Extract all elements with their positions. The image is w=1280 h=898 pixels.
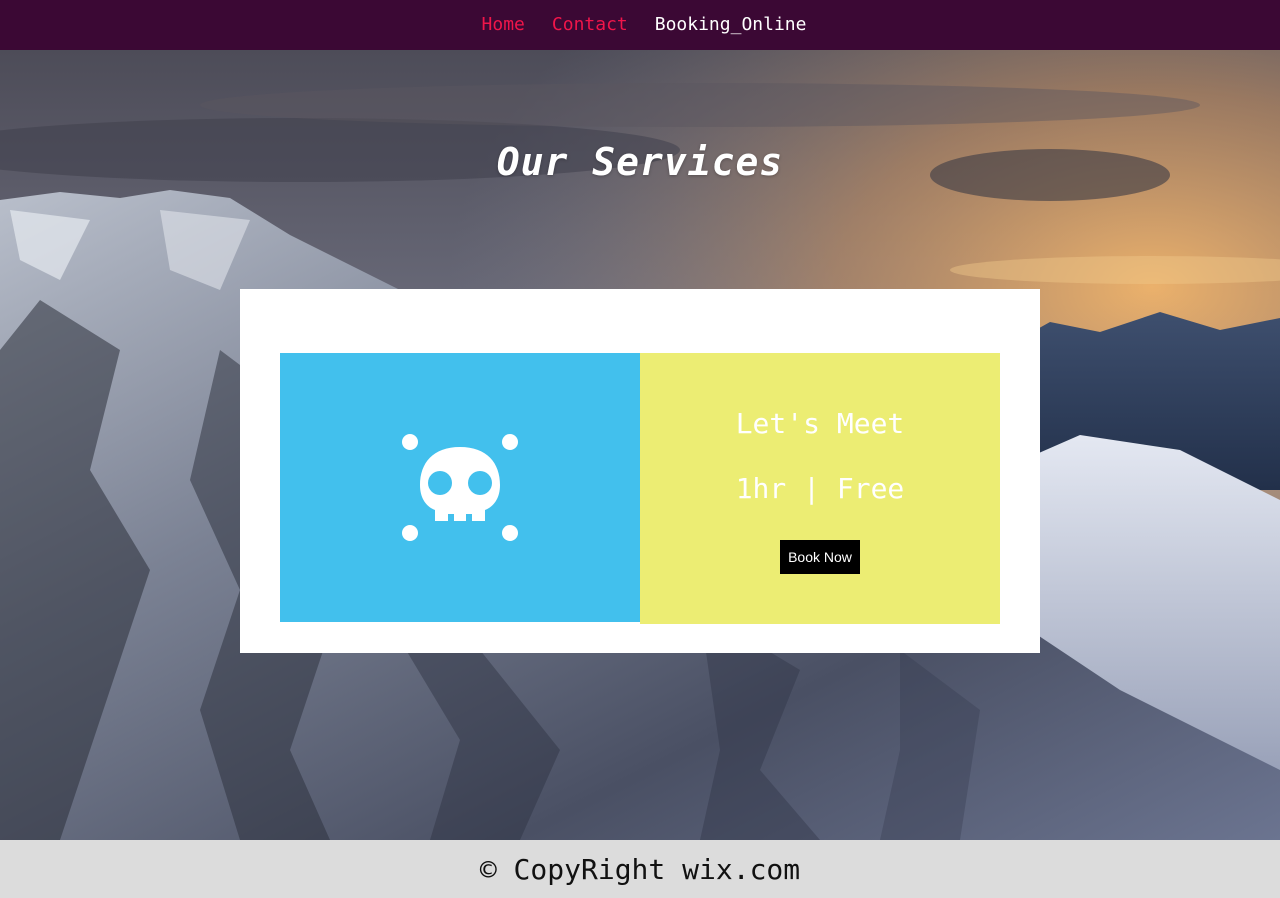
service-image-panel <box>280 353 640 622</box>
top-nav-bar: Home Contact Booking_Online <box>0 0 1280 50</box>
nav-link-contact[interactable]: Contact <box>552 16 628 34</box>
footer: © CopyRight wix.com <box>0 840 1280 898</box>
service-price: Free <box>836 472 905 505</box>
service-duration: 1hr <box>735 472 787 505</box>
service-card: Let's Meet 1hr | Free Book Now <box>240 289 1040 653</box>
service-details-panel: Let's Meet 1hr | Free Book Now <box>640 353 1000 624</box>
skull-crossbones-icon <box>280 353 640 622</box>
copyright-text: © CopyRight wix.com <box>479 852 801 886</box>
book-now-button[interactable]: Book Now <box>780 540 860 574</box>
service-meta: 1hr | Free <box>640 475 1000 503</box>
meta-separator: | <box>803 472 820 505</box>
page-title: Our Services <box>496 140 784 184</box>
main-nav: Home Contact Booking_Online <box>0 0 1280 50</box>
service-title: Let's Meet <box>735 407 905 440</box>
nav-link-booking-online[interactable]: Booking_Online <box>655 16 807 34</box>
nav-link-home[interactable]: Home <box>482 16 525 34</box>
